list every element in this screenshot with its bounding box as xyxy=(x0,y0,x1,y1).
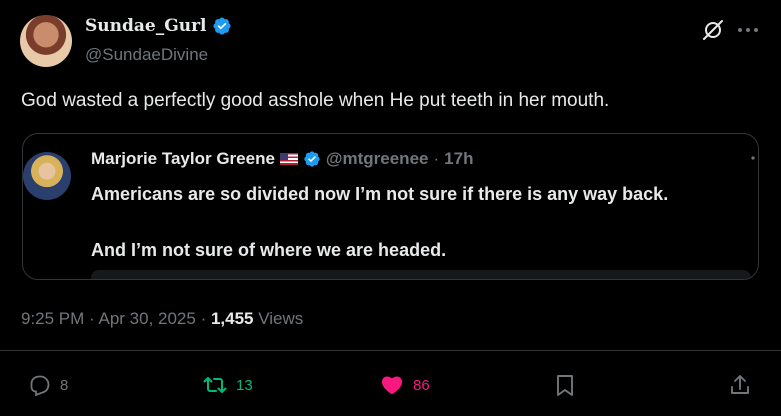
author-handle[interactable]: @SundaeDivine xyxy=(85,45,208,65)
tweet: Sundae_Gurl @SundaeDivine God wasted a p… xyxy=(0,0,781,416)
repost-count: 13 xyxy=(236,376,253,394)
us-flag-icon xyxy=(279,153,298,165)
divider xyxy=(0,350,781,351)
tweet-time[interactable]: 9:25 PM xyxy=(21,309,84,328)
more-icon[interactable] xyxy=(735,18,761,42)
tweet-text: God wasted a perfectly good asshole when… xyxy=(21,90,610,111)
quoted-author-handle[interactable]: @mtgreenee xyxy=(326,149,429,169)
verified-badge-icon[interactable] xyxy=(303,150,321,168)
repost-button[interactable]: 13 xyxy=(202,372,253,398)
tweet-date[interactable]: Apr 30, 2025 xyxy=(98,309,195,328)
repost-icon xyxy=(203,377,227,393)
reply-icon xyxy=(30,375,50,397)
quoted-text-line-2: And I’m not sure of where we are headed. xyxy=(91,240,447,260)
meta-separator: · xyxy=(84,309,99,328)
heart-icon xyxy=(381,376,403,395)
like-count: 86 xyxy=(413,376,430,394)
quoted-author-avatar[interactable] xyxy=(23,152,71,200)
author-name-row: Sundae_Gurl xyxy=(85,16,232,36)
reply-count: 8 xyxy=(60,376,69,394)
quoted-tweet-card[interactable]: Marjorie Taylor Greene @mtgreenee · 17h Am… xyxy=(22,133,759,280)
meta-separator: · xyxy=(195,309,211,328)
share-button[interactable] xyxy=(728,372,752,398)
bookmark-icon xyxy=(557,375,573,396)
quoted-separator: · xyxy=(433,149,440,168)
views-count: 1,455 xyxy=(210,309,254,328)
quoted-media-edge xyxy=(91,270,751,279)
quoted-author-name[interactable]: Marjorie Taylor Greene xyxy=(91,149,275,169)
grok-icon[interactable] xyxy=(701,18,725,42)
quoted-timestamp[interactable]: 17h xyxy=(444,149,473,169)
like-button[interactable]: 86 xyxy=(379,372,430,398)
author-avatar[interactable] xyxy=(20,15,72,67)
share-icon xyxy=(731,375,749,394)
tweet-meta: 9:25 PM · Apr 30, 2025 · 1,455 Views xyxy=(21,309,303,329)
quoted-more-icon[interactable] xyxy=(747,152,759,164)
quoted-text-line-1: Americans are so divided now I’m not sur… xyxy=(91,184,669,204)
bookmark-button[interactable] xyxy=(554,372,576,398)
reply-button[interactable]: 8 xyxy=(28,372,68,398)
quoted-tweet-header: Marjorie Taylor Greene @mtgreenee · 17h xyxy=(91,149,473,169)
views-label: Views xyxy=(253,309,304,328)
author-display-name[interactable]: Sundae_Gurl xyxy=(85,16,207,36)
verified-badge-icon[interactable] xyxy=(212,16,232,36)
